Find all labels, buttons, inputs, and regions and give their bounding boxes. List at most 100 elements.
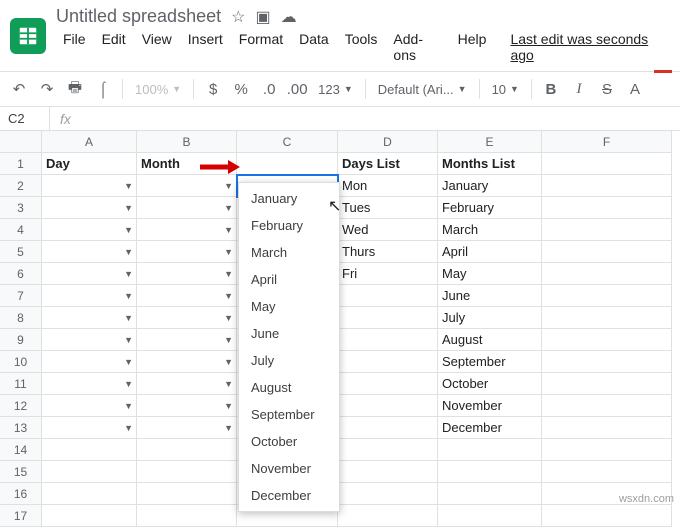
chevron-down-icon[interactable]: ▼ [224, 357, 233, 367]
chevron-down-icon[interactable]: ▼ [224, 335, 233, 345]
cell[interactable]: ▼ [42, 329, 137, 351]
row-header[interactable]: 6 [0, 263, 42, 285]
cell[interactable] [137, 483, 237, 505]
font-select[interactable]: Default (Ari...▼ [374, 82, 471, 97]
cell[interactable]: ▼ [42, 285, 137, 307]
chevron-down-icon[interactable]: ▼ [124, 313, 133, 323]
cell[interactable] [237, 153, 338, 175]
cell[interactable]: September [438, 351, 542, 373]
cloud-icon[interactable]: ☁ [281, 7, 297, 27]
cell[interactable]: ▼ [137, 373, 237, 395]
cell[interactable] [438, 461, 542, 483]
cell[interactable]: ▼ [42, 351, 137, 373]
cell[interactable]: Tues [338, 197, 438, 219]
dropdown-option[interactable]: June [239, 320, 339, 347]
cell[interactable] [542, 219, 672, 241]
cell[interactable]: Months List [438, 153, 542, 175]
redo-button[interactable]: ↷ [36, 78, 58, 100]
cell[interactable]: ▼ [137, 197, 237, 219]
cell[interactable] [137, 461, 237, 483]
cell[interactable]: Wed [338, 219, 438, 241]
cell[interactable] [338, 285, 438, 307]
cell[interactable] [542, 263, 672, 285]
cell[interactable] [542, 175, 672, 197]
cell[interactable] [542, 307, 672, 329]
increase-decimal-button[interactable]: .00 [286, 78, 308, 100]
cell[interactable]: ▼ [42, 307, 137, 329]
cell[interactable]: ▼ [42, 219, 137, 241]
row-header[interactable]: 2 [0, 175, 42, 197]
cell[interactable]: Fri [338, 263, 438, 285]
cell[interactable]: ▼ [137, 241, 237, 263]
italic-button[interactable]: I [568, 78, 590, 100]
dropdown-option[interactable]: July [239, 347, 339, 374]
cell[interactable] [338, 351, 438, 373]
chevron-down-icon[interactable]: ▼ [224, 225, 233, 235]
cell[interactable]: ▼ [42, 175, 137, 197]
cell[interactable] [542, 505, 672, 527]
name-box[interactable]: C2 [0, 107, 50, 130]
cell[interactable] [42, 505, 137, 527]
row-header[interactable]: 16 [0, 483, 42, 505]
col-header-D[interactable]: D [338, 131, 438, 153]
cell[interactable]: Thurs [338, 241, 438, 263]
cell[interactable]: ▼ [137, 285, 237, 307]
menu-format[interactable]: Format [232, 29, 290, 65]
menu-data[interactable]: Data [292, 29, 336, 65]
star-icon[interactable]: ☆ [231, 7, 245, 27]
chevron-down-icon[interactable]: ▼ [124, 335, 133, 345]
menu-insert[interactable]: Insert [181, 29, 230, 65]
cell[interactable]: Days List [338, 153, 438, 175]
chevron-down-icon[interactable]: ▼ [224, 423, 233, 433]
chevron-down-icon[interactable]: ▼ [124, 269, 133, 279]
cell[interactable]: May [438, 263, 542, 285]
cell[interactable]: ▼ [137, 329, 237, 351]
chevron-down-icon[interactable]: ▼ [124, 423, 133, 433]
percent-button[interactable]: % [230, 78, 252, 100]
cell[interactable] [438, 483, 542, 505]
row-header[interactable]: 11 [0, 373, 42, 395]
cell[interactable] [338, 373, 438, 395]
col-header-C[interactable]: C [237, 131, 338, 153]
cell[interactable] [338, 329, 438, 351]
cell[interactable] [438, 505, 542, 527]
select-all-corner[interactable] [0, 131, 42, 153]
doc-title[interactable]: Untitled spreadsheet [56, 6, 221, 27]
cell[interactable]: ▼ [137, 219, 237, 241]
chevron-down-icon[interactable]: ▼ [124, 181, 133, 191]
cell[interactable] [338, 483, 438, 505]
chevron-down-icon[interactable]: ▼ [124, 203, 133, 213]
cell[interactable] [542, 197, 672, 219]
cell[interactable]: ▼ [137, 175, 237, 197]
cell[interactable] [542, 285, 672, 307]
currency-button[interactable]: $ [202, 78, 224, 100]
cell[interactable] [137, 439, 237, 461]
data-validation-dropdown[interactable]: January February March April May June Ju… [238, 182, 340, 512]
cell[interactable]: ▼ [137, 351, 237, 373]
cell[interactable]: ▼ [137, 417, 237, 439]
dropdown-option[interactable]: October [239, 428, 339, 455]
dropdown-option[interactable]: December [239, 482, 339, 509]
cell[interactable] [542, 461, 672, 483]
col-header-F[interactable]: F [542, 131, 672, 153]
spreadsheet-grid[interactable]: A B C D E F 1DayMonthDays ListMonths Lis… [0, 131, 680, 527]
dropdown-option[interactable]: September [239, 401, 339, 428]
zoom-select[interactable]: 100%▼ [131, 82, 185, 97]
chevron-down-icon[interactable]: ▼ [124, 225, 133, 235]
cell[interactable] [42, 483, 137, 505]
cell[interactable]: March [438, 219, 542, 241]
dropdown-option[interactable]: January [239, 185, 339, 212]
cell[interactable]: January [438, 175, 542, 197]
cell[interactable] [438, 439, 542, 461]
cell[interactable] [542, 153, 672, 175]
chevron-down-icon[interactable]: ▼ [224, 291, 233, 301]
row-header[interactable]: 7 [0, 285, 42, 307]
row-header[interactable]: 1 [0, 153, 42, 175]
cell[interactable] [338, 307, 438, 329]
col-header-B[interactable]: B [137, 131, 237, 153]
chevron-down-icon[interactable]: ▼ [124, 357, 133, 367]
bold-button[interactable]: B [540, 78, 562, 100]
cell[interactable]: ▼ [137, 263, 237, 285]
dropdown-option[interactable]: November [239, 455, 339, 482]
chevron-down-icon[interactable]: ▼ [224, 247, 233, 257]
